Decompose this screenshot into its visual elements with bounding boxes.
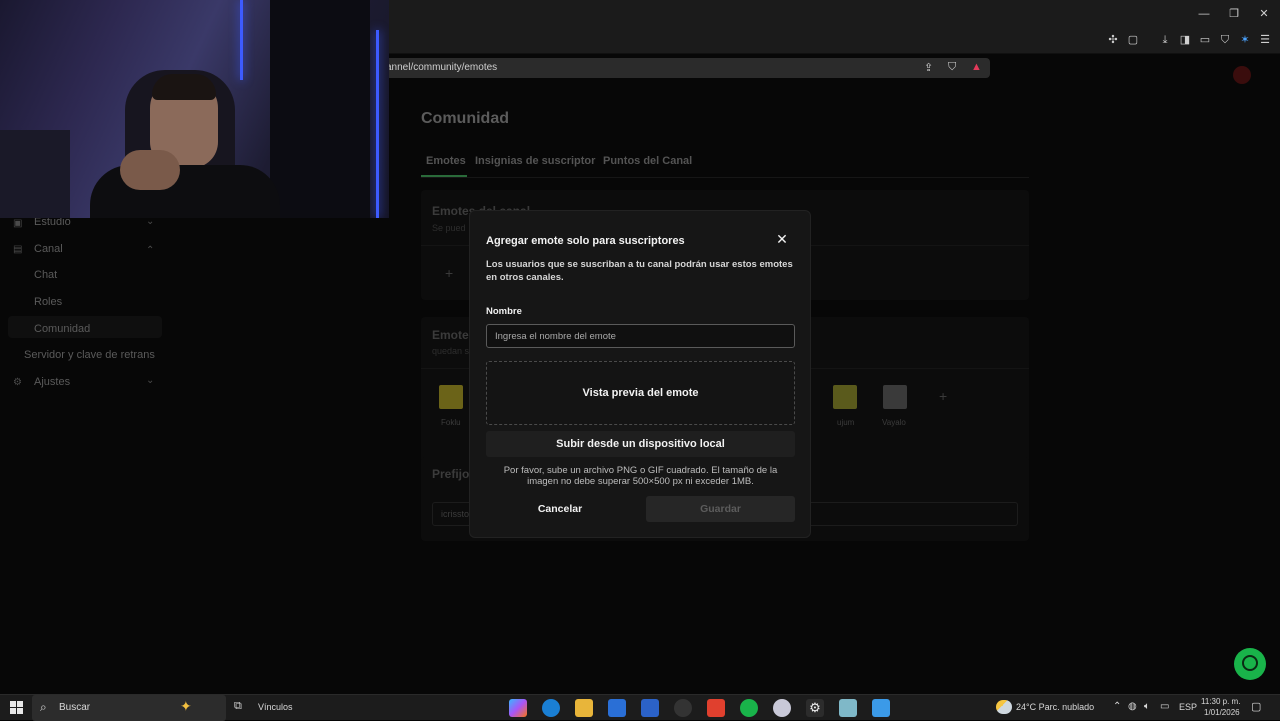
chair-back xyxy=(270,0,370,218)
emote-thumbnail[interactable] xyxy=(883,385,907,409)
minimize-icon[interactable]: — xyxy=(1196,6,1212,22)
links-toolbar[interactable]: Vínculos xyxy=(258,702,293,712)
windows-taskbar: ⌕ Buscar ✦ ⧉ Vínculos ⚙ 24°C Parc. nubla… xyxy=(0,694,1280,721)
edge-icon[interactable] xyxy=(542,699,560,717)
brave-icon[interactable] xyxy=(707,699,725,717)
cancel-button[interactable]: Cancelar xyxy=(486,496,634,522)
copilot-sparkle-icon: ✦ xyxy=(180,698,192,714)
taskbar-search[interactable]: ⌕ Buscar ✦ xyxy=(32,695,226,721)
volume-icon[interactable]: 🔈︎ xyxy=(1144,701,1150,712)
person-hand xyxy=(120,150,180,190)
upload-help-text: Por favor, sube un archivo PNG o GIF cua… xyxy=(503,465,778,487)
store-icon[interactable] xyxy=(608,699,626,717)
emote-thumbnail[interactable] xyxy=(833,385,857,409)
sidebar-item-channel[interactable]: Canal xyxy=(34,243,63,255)
sidebar-item-settings[interactable]: Ajustes xyxy=(34,376,70,388)
close-icon[interactable]: ✕ xyxy=(774,231,790,247)
close-icon[interactable]: ✕ xyxy=(1256,6,1272,22)
emote-preview-area[interactable]: Vista previa del emote xyxy=(486,361,795,425)
page-title: Comunidad xyxy=(421,110,509,127)
tab-subscriber-badges[interactable]: Insignias de suscriptor xyxy=(475,155,595,167)
url-text: annel/community/emotes xyxy=(386,62,498,73)
person-hair xyxy=(152,74,216,100)
dialog-description: Los usuarios que se suscriban a tu canal… xyxy=(486,259,793,283)
sidebar-item-community[interactable]: Comunidad xyxy=(34,323,90,335)
vpn-icon[interactable]: ⛉ xyxy=(1218,33,1232,47)
subscriber-emotes-subtitle: quedan s xyxy=(432,346,470,356)
sidebar-item-chat[interactable]: Chat xyxy=(34,269,57,281)
notepad-icon[interactable] xyxy=(839,699,857,717)
address-bar[interactable]: annel/community/emotes ⇪ ⛉ ▲ xyxy=(376,58,990,78)
avatar[interactable] xyxy=(1233,66,1251,84)
support-button[interactable] xyxy=(1234,648,1266,680)
network-icon[interactable]: ▭ xyxy=(1160,701,1169,712)
sidebar-icon[interactable]: ◨ xyxy=(1178,33,1192,47)
upload-local-button[interactable]: Subir desde un dispositivo local xyxy=(486,431,795,457)
app-icon[interactable] xyxy=(773,699,791,717)
sidebar-item-roles[interactable]: Roles xyxy=(34,296,62,308)
tray-app-icon[interactable]: ◍ xyxy=(1128,701,1137,712)
preview-label: Vista previa del emote xyxy=(582,387,699,399)
kick-icon[interactable] xyxy=(740,699,758,717)
restore-icon[interactable]: ❐ xyxy=(1226,6,1242,22)
search-placeholder: Buscar xyxy=(59,702,91,713)
led-strip xyxy=(376,30,379,218)
prefix-title: Prefijo xyxy=(432,467,470,481)
copilot-icon[interactable] xyxy=(509,699,527,717)
windows-start-icon[interactable] xyxy=(10,701,23,714)
file-explorer-icon[interactable] xyxy=(575,699,593,717)
tab-channel-points[interactable]: Puntos del Canal xyxy=(603,155,692,167)
emote-label: Foklu xyxy=(441,418,461,427)
extension-icon[interactable]: ✶ xyxy=(1238,33,1252,47)
rewards-icon[interactable]: ▲ xyxy=(971,61,982,73)
emote-label: ujum xyxy=(837,418,855,427)
language-indicator[interactable]: ESP xyxy=(1179,702,1197,712)
name-label: Nombre xyxy=(486,306,522,317)
weather-text[interactable]: 24°C Parc. nublado xyxy=(1016,702,1094,712)
clock-date[interactable]: 1/01/2026 xyxy=(1204,708,1240,717)
download-icon[interactable]: ⤓ xyxy=(1158,33,1172,47)
screenshot-icon[interactable]: ▢ xyxy=(1126,33,1140,47)
shield-icon[interactable]: ⛉ xyxy=(948,61,956,74)
add-subscriber-emote-dialog: Agregar emote solo para suscriptores ✕ L… xyxy=(469,210,811,538)
sidebar-item-stream-key[interactable]: Servidor y clave de retrans xyxy=(24,349,155,361)
extensions-icon[interactable]: ✣ xyxy=(1106,33,1120,47)
app-icon[interactable] xyxy=(674,699,692,717)
emote-thumbnail[interactable] xyxy=(439,385,463,409)
chevron-down-icon[interactable]: ⌄ xyxy=(146,375,154,386)
menu-icon[interactable]: ☰ xyxy=(1258,33,1272,47)
task-view-icon[interactable]: ⧉ xyxy=(234,700,242,713)
active-tab-indicator xyxy=(421,175,467,177)
chevron-up-icon[interactable]: ⌃ xyxy=(146,245,154,256)
save-button[interactable]: Guardar xyxy=(646,496,795,522)
studio-icon: ▣ xyxy=(13,218,23,229)
chevron-up-icon[interactable]: ⌃ xyxy=(1113,701,1121,712)
prefix-value: icrissto xyxy=(441,509,470,519)
emote-label: Vayalo xyxy=(882,418,906,427)
background-shelf xyxy=(0,130,70,218)
mail-icon[interactable] xyxy=(641,699,659,717)
add-emote-icon[interactable]: + xyxy=(445,265,453,281)
add-emote-icon[interactable]: + xyxy=(939,388,947,404)
search-icon: ⌕ xyxy=(40,700,47,714)
led-strip xyxy=(240,0,243,80)
tab-emotes[interactable]: Emotes xyxy=(426,155,466,167)
settings-icon[interactable]: ⚙ xyxy=(806,699,824,717)
share-icon[interactable]: ⇪ xyxy=(924,61,933,74)
notifications-icon[interactable]: ▢ xyxy=(1251,700,1261,713)
webcam-overlay xyxy=(0,0,389,218)
clock-time[interactable]: 11:30 p. m. xyxy=(1201,697,1240,706)
dialog-title: Agregar emote solo para suscriptores xyxy=(486,235,685,247)
subscriber-emotes-title: Emote xyxy=(432,328,469,342)
tabs-divider xyxy=(421,177,1029,178)
app-icon[interactable] xyxy=(872,699,890,717)
channel-icon: ▤ xyxy=(13,244,23,255)
emote-name-input[interactable] xyxy=(486,324,795,348)
channel-emotes-subtitle: Se pued xyxy=(432,223,466,233)
gear-icon: ⚙ xyxy=(13,377,22,388)
weather-icon[interactable] xyxy=(996,700,1012,714)
wallet-icon[interactable]: ▭ xyxy=(1198,33,1212,47)
person-body xyxy=(90,165,280,218)
headset-icon xyxy=(1242,655,1258,671)
